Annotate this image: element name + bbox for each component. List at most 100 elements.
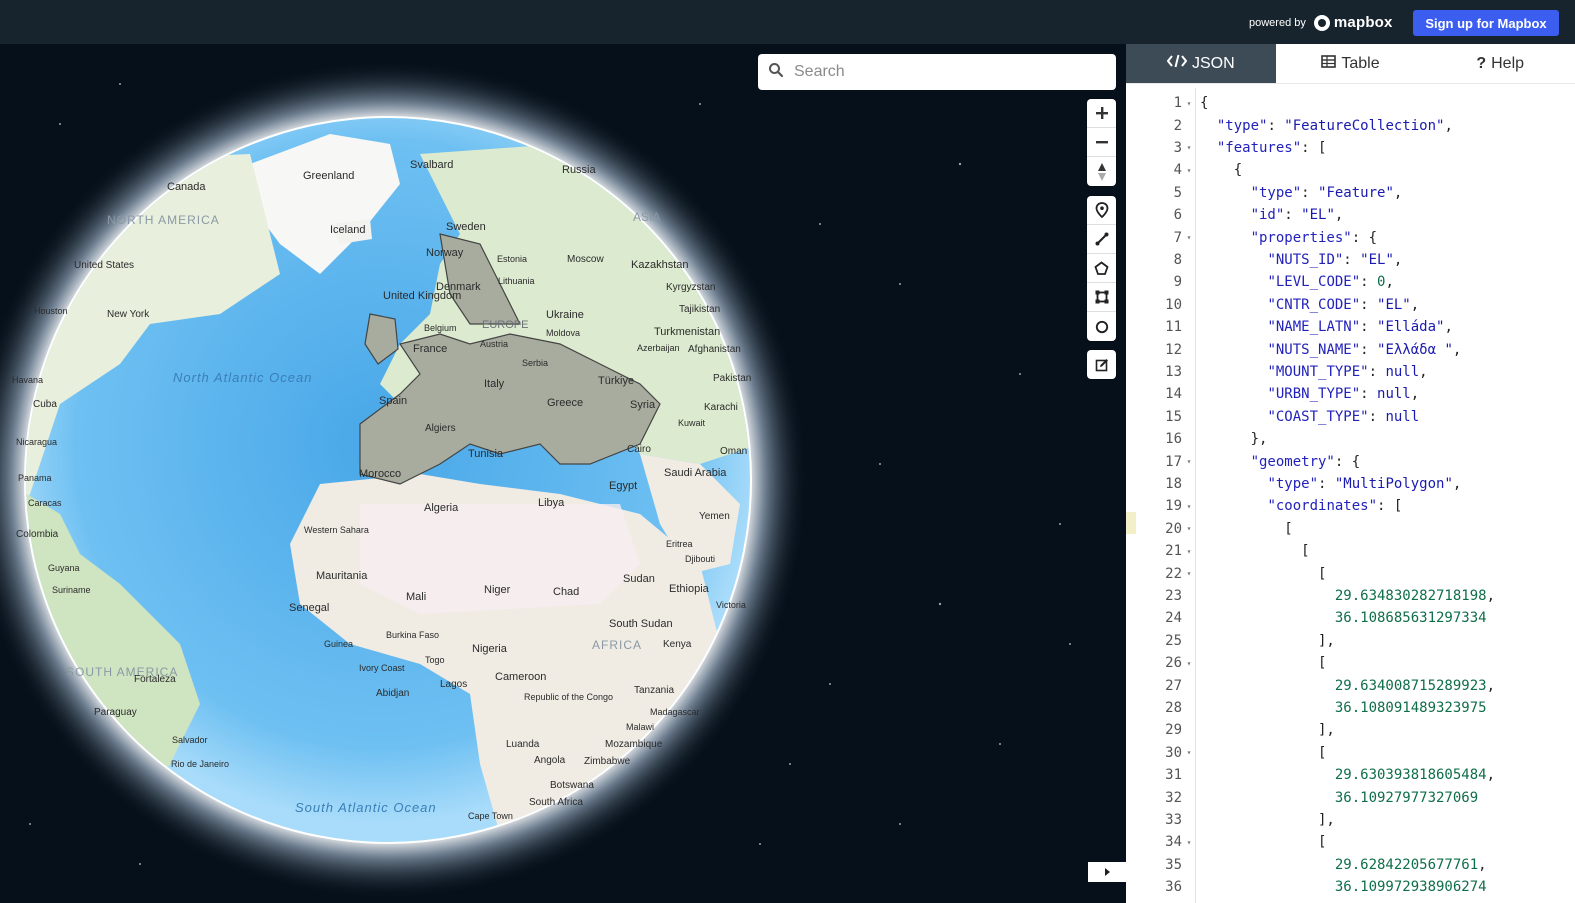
code-line[interactable]: 23 29.634830282718198,	[1126, 585, 1575, 607]
code-text: "COAST_TYPE": null	[1267, 408, 1420, 425]
label-yemen: Yemen	[699, 511, 730, 522]
code-text: [	[1200, 655, 1327, 672]
code-line[interactable]: 3 ▾ "features": [	[1126, 137, 1575, 159]
code-line[interactable]: 14 "URBN_TYPE": null,	[1126, 383, 1575, 405]
code-line[interactable]: 33 ],	[1126, 809, 1575, 831]
code-line[interactable]: 7 ▾ "properties": {	[1126, 226, 1575, 248]
fold-toggle-icon[interactable]: ▾	[1182, 569, 1196, 578]
label-mali: Mali	[406, 591, 426, 603]
fold-toggle-icon[interactable]: ▾	[1182, 524, 1196, 533]
line-number: 3	[1173, 139, 1182, 156]
fold-toggle-icon[interactable]: ▾	[1182, 166, 1196, 175]
edit-button[interactable]	[1087, 350, 1116, 379]
fold-toggle-icon[interactable]: ▾	[1182, 143, 1196, 152]
code-line[interactable]: 29 ],	[1126, 719, 1575, 741]
circle-icon	[1095, 320, 1108, 333]
label-cuba: Cuba	[33, 399, 57, 410]
line-number: 15	[1165, 408, 1182, 425]
code-line[interactable]: 9 "LEVL_CODE": 0,	[1126, 271, 1575, 293]
code-line[interactable]: 30 ▾ [	[1126, 742, 1575, 764]
fold-toggle-icon[interactable]: ▾	[1182, 748, 1196, 757]
draw-rectangle-button[interactable]	[1087, 283, 1116, 312]
code-line[interactable]: 26 ▾ [	[1126, 652, 1575, 674]
draw-circle-button[interactable]	[1087, 312, 1116, 341]
code-line[interactable]: 1 ▾ {	[1126, 92, 1575, 114]
fold-toggle-icon[interactable]: ▾	[1182, 502, 1196, 511]
line-number: 7	[1173, 229, 1182, 246]
label-north-atlantic: North Atlantic Ocean	[173, 370, 312, 385]
label-africa: AFRICA	[592, 638, 642, 652]
code-line[interactable]: 21 ▾ [	[1126, 540, 1575, 562]
line-number: 22	[1165, 565, 1182, 582]
code-line[interactable]: 18 "type": "MultiPolygon",	[1126, 473, 1575, 495]
label-lagos: Lagos	[440, 679, 467, 690]
code-text: "URBN_TYPE": null,	[1267, 386, 1420, 403]
label-cameroon: Cameroon	[495, 671, 546, 683]
code-line[interactable]: 8 "NUTS_ID": "EL",	[1126, 249, 1575, 271]
label-djibouti: Djibouti	[685, 554, 715, 564]
fold-toggle-icon[interactable]: ▾	[1182, 838, 1196, 847]
rectangle-icon	[1095, 290, 1108, 304]
mapbox-brand-text: mapbox	[1333, 14, 1393, 31]
code-text: "NAME_LATN": "Elláda",	[1267, 319, 1453, 336]
code-line[interactable]: 16 },	[1126, 428, 1575, 450]
fold-toggle-icon[interactable]: ▾	[1182, 547, 1196, 556]
label-botswana: Botswana	[550, 780, 594, 791]
code-text: "type": "MultiPolygon",	[1267, 475, 1462, 492]
fold-toggle-icon[interactable]: ▾	[1182, 233, 1196, 242]
label-algiers: Algiers	[425, 423, 456, 434]
compass-button[interactable]	[1087, 157, 1116, 186]
label-canada: Canada	[167, 181, 206, 193]
tab-json[interactable]: JSON	[1126, 44, 1276, 83]
signup-button[interactable]: Sign up for Mapbox	[1413, 10, 1559, 36]
code-line[interactable]: 35 29.62842205677761,	[1126, 854, 1575, 876]
code-line[interactable]: 15 "COAST_TYPE": null	[1126, 406, 1575, 428]
label-afghanistan: Afghanistan	[688, 344, 741, 355]
tab-help[interactable]: ? Help	[1425, 44, 1575, 83]
code-line[interactable]: 19 ▾ "coordinates": [	[1126, 495, 1575, 517]
tab-table[interactable]: Table	[1276, 44, 1426, 83]
code-line[interactable]: 36 36.109972938906274	[1126, 876, 1575, 898]
code-text: 36.109972938906274	[1334, 879, 1487, 896]
code-line[interactable]: 12 "NUTS_NAME": "Ελλάδα ",	[1126, 338, 1575, 360]
search-box[interactable]	[758, 54, 1116, 90]
line-number: 5	[1173, 184, 1182, 201]
code-line[interactable]: 11 "NAME_LATN": "Elláda",	[1126, 316, 1575, 338]
code-line[interactable]: 2 "type": "FeatureCollection",	[1126, 114, 1575, 136]
label-salvador: Salvador	[172, 735, 208, 745]
line-number: 36	[1165, 879, 1182, 896]
map-canvas[interactable]: Svalbard Russia Greenland Canada NORTH A…	[0, 44, 1126, 903]
code-line[interactable]: 13 "MOUNT_TYPE": null,	[1126, 361, 1575, 383]
code-line[interactable]: 6 "id": "EL",	[1126, 204, 1575, 226]
draw-polygon-button[interactable]	[1087, 254, 1116, 283]
search-input[interactable]	[794, 63, 1094, 81]
code-line[interactable]: 4 ▾ {	[1126, 159, 1575, 181]
collapse-panel-button[interactable]	[1088, 862, 1126, 882]
code-line[interactable]: 31 29.630393818605484,	[1126, 764, 1575, 786]
code-line[interactable]: 22 ▾ [	[1126, 562, 1575, 584]
powered-by-mapbox[interactable]: powered by mapbox	[1249, 14, 1393, 31]
json-editor[interactable]: 1 ▾{2 "type": "FeatureCollection", 3 ▾ "fea…	[1126, 88, 1575, 903]
code-line[interactable]: 17 ▾ "geometry": {	[1126, 450, 1575, 472]
fold-toggle-icon[interactable]: ▾	[1182, 659, 1196, 668]
code-line[interactable]: 27 29.634008715289923,	[1126, 674, 1575, 696]
code-line[interactable]: 25 ],	[1126, 630, 1575, 652]
fold-toggle-icon[interactable]: ▾	[1182, 457, 1196, 466]
code-line[interactable]: 34 ▾ [	[1126, 831, 1575, 853]
code-line[interactable]: 20 ▾ [	[1126, 518, 1575, 540]
code-line[interactable]: 24 36.108685631297334	[1126, 607, 1575, 629]
line-number: 21	[1165, 543, 1182, 560]
line-number: 10	[1165, 296, 1182, 313]
draw-point-button[interactable]	[1087, 196, 1116, 225]
code-line[interactable]: 5 "type": "Feature",	[1126, 182, 1575, 204]
draw-line-button[interactable]	[1087, 225, 1116, 254]
label-ukraine: Ukraine	[546, 309, 584, 321]
zoom-out-button[interactable]	[1087, 128, 1116, 157]
code-line[interactable]: 28 36.108091489323975	[1126, 697, 1575, 719]
code-line[interactable]: 10 "CNTR_CODE": "EL",	[1126, 294, 1575, 316]
line-number: 16	[1165, 431, 1182, 448]
label-turkiye: Türkiye	[598, 375, 634, 387]
code-line[interactable]: 32 36.10927977327069	[1126, 786, 1575, 808]
fold-toggle-icon[interactable]: ▾	[1182, 99, 1196, 108]
zoom-in-button[interactable]	[1087, 99, 1116, 128]
